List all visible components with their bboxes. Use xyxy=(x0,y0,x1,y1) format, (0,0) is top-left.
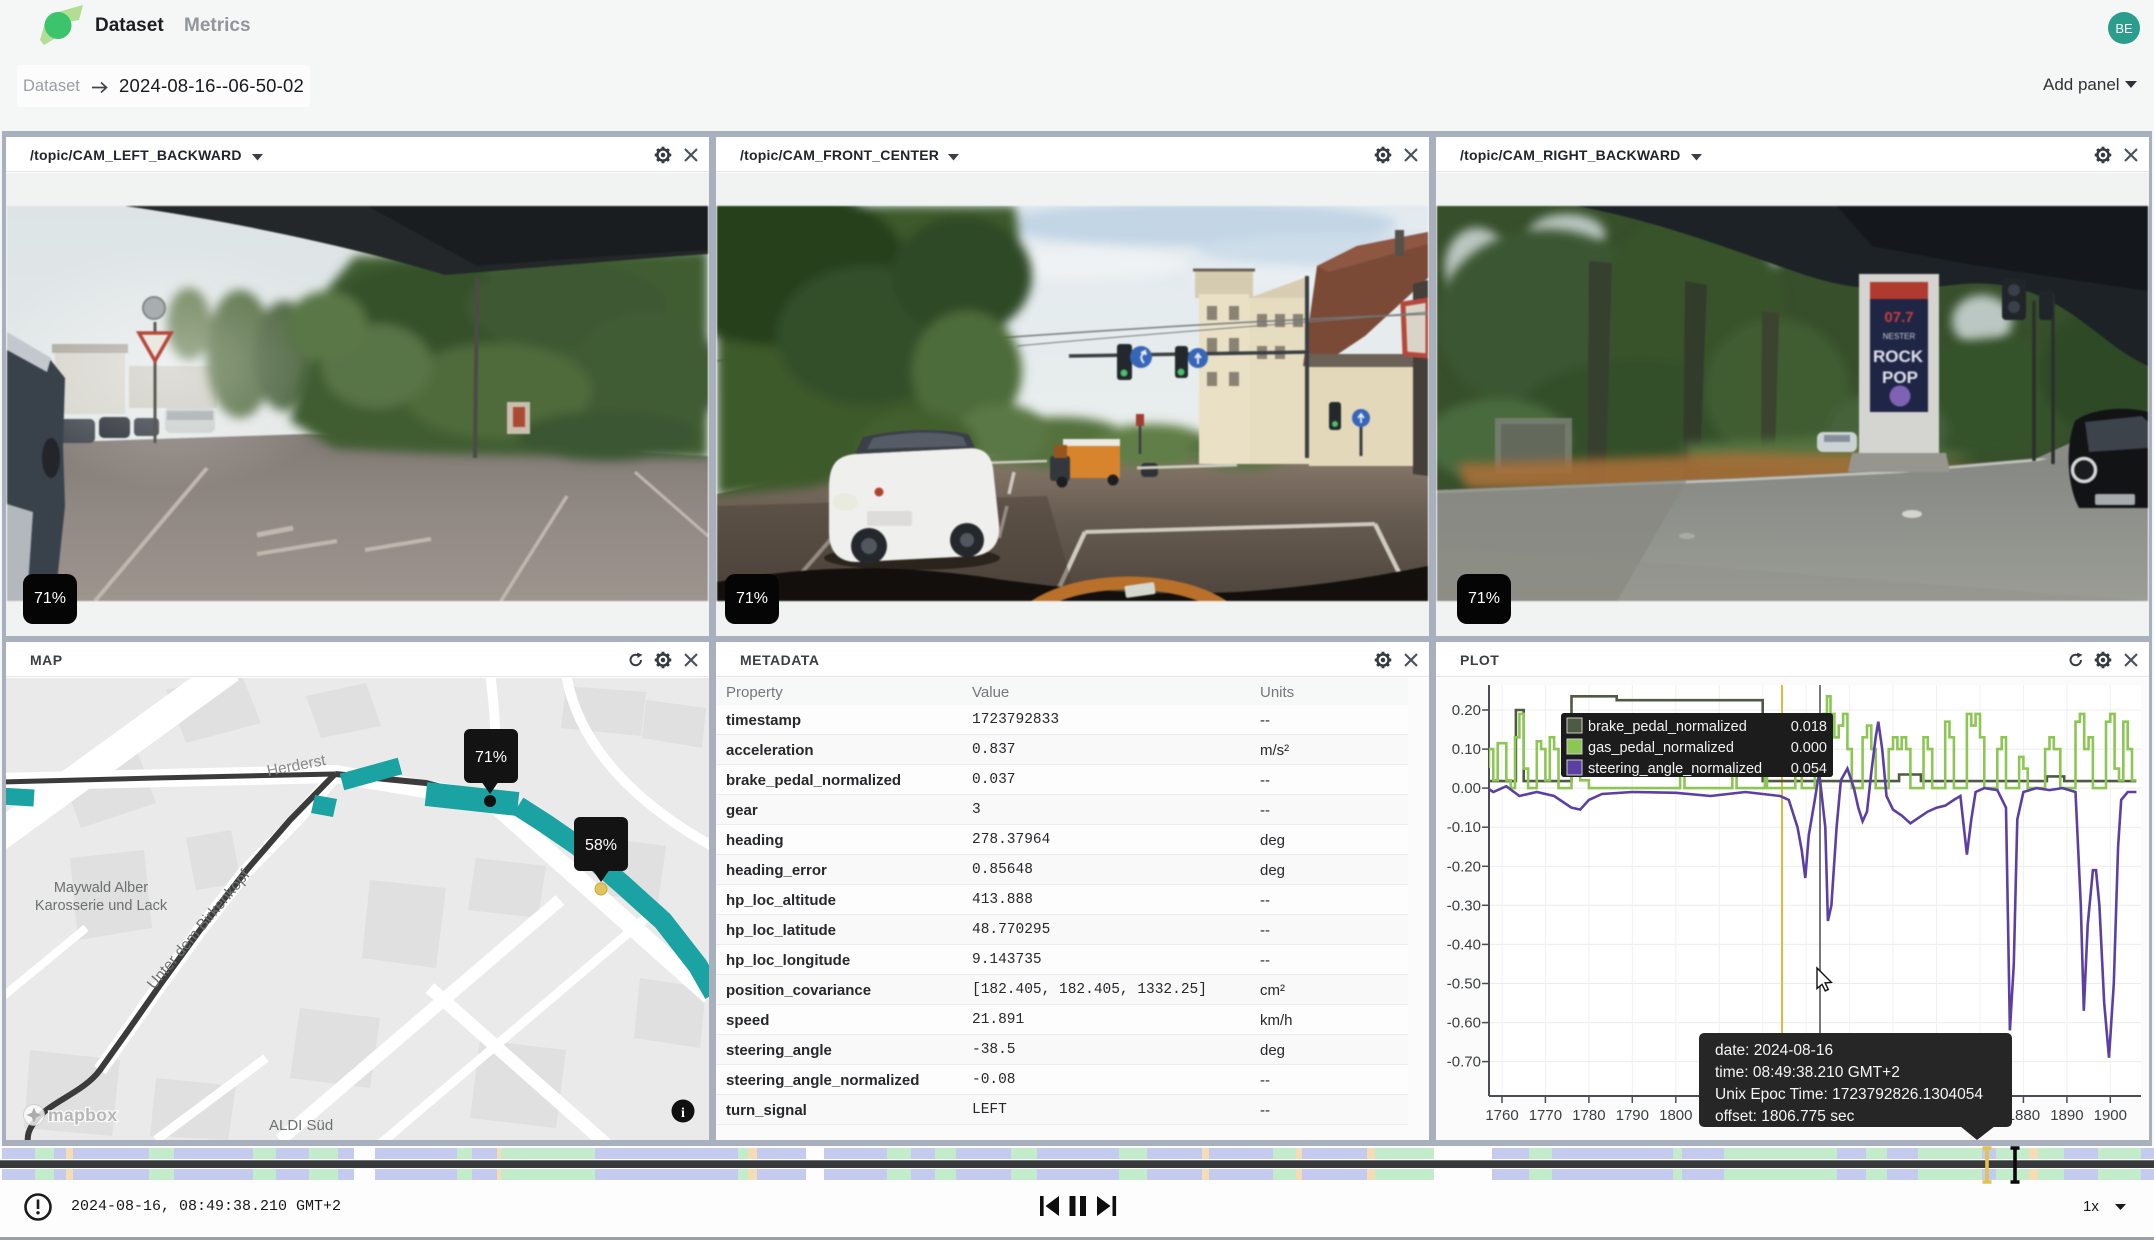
svg-text:Unix Epoc Time: 1723792826.130: Unix Epoc Time: 1723792826.1304054 xyxy=(1715,1086,1983,1103)
svg-text:0.054: 0.054 xyxy=(1791,761,1827,777)
svg-text:1760: 1760 xyxy=(1485,1107,1518,1124)
svg-text:0.00: 0.00 xyxy=(1452,780,1481,797)
svg-text:0.000: 0.000 xyxy=(1791,740,1827,756)
svg-text:steering_angle_normalized: steering_angle_normalized xyxy=(1588,761,1762,777)
svg-text:mapbox: mapbox xyxy=(48,1105,118,1125)
svg-text:0.10: 0.10 xyxy=(1452,741,1481,758)
svg-text:NESTER: NESTER xyxy=(1883,332,1916,341)
svg-text:58%: 58% xyxy=(585,837,617,854)
svg-text:i: i xyxy=(681,1106,685,1121)
svg-text:-0.10: -0.10 xyxy=(1447,819,1481,836)
svg-text:1770: 1770 xyxy=(1529,1107,1562,1124)
svg-text:71%: 71% xyxy=(475,749,507,766)
svg-text:0.20: 0.20 xyxy=(1452,702,1481,719)
svg-text:POP: POP xyxy=(1882,368,1918,387)
svg-text:-0.60: -0.60 xyxy=(1447,1015,1481,1032)
svg-text:1900: 1900 xyxy=(2094,1107,2127,1124)
svg-text:1790: 1790 xyxy=(1616,1107,1649,1124)
svg-text:-0.30: -0.30 xyxy=(1447,897,1481,914)
svg-text:1800: 1800 xyxy=(1659,1107,1692,1124)
svg-text:Karosserie und Lack: Karosserie und Lack xyxy=(35,898,168,914)
svg-text:ALDI Süd: ALDI Süd xyxy=(269,1117,333,1134)
svg-text:gas_pedal_normalized: gas_pedal_normalized xyxy=(1588,740,1734,756)
svg-text:1890: 1890 xyxy=(2050,1107,2083,1124)
svg-text:07.7: 07.7 xyxy=(1884,309,1913,326)
svg-text:offset: 1806.775 sec: offset: 1806.775 sec xyxy=(1715,1108,1855,1125)
svg-text:time: 08:49:38.210 GMT+2: time: 08:49:38.210 GMT+2 xyxy=(1715,1064,1900,1081)
svg-text:-0.40: -0.40 xyxy=(1447,936,1481,953)
svg-text:date: 2024-08-16: date: 2024-08-16 xyxy=(1715,1042,1833,1059)
svg-text:brake_pedal_normalized: brake_pedal_normalized xyxy=(1588,719,1747,735)
svg-text:ROCK: ROCK xyxy=(1873,347,1924,366)
svg-text:1780: 1780 xyxy=(1572,1107,1605,1124)
svg-text:Maywald Alber: Maywald Alber xyxy=(54,880,148,896)
svg-text:-0.20: -0.20 xyxy=(1447,858,1481,875)
svg-text:-0.50: -0.50 xyxy=(1447,976,1481,993)
svg-text:-0.70: -0.70 xyxy=(1447,1054,1481,1071)
svg-text:0.018: 0.018 xyxy=(1791,719,1827,735)
